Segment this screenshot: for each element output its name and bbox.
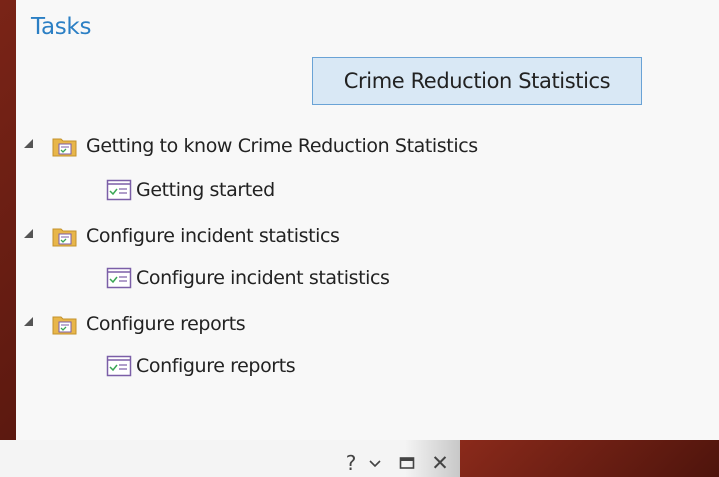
- collapse-arrow-icon[interactable]: [24, 139, 33, 148]
- tree-task-label: Getting started: [136, 179, 275, 201]
- task-folder-icon: [52, 313, 78, 335]
- tree-task-label: Configure reports: [136, 355, 296, 377]
- window-titlebar: [0, 440, 460, 477]
- close-button[interactable]: ✕: [428, 451, 452, 475]
- tree-group-label: Configure incident statistics: [86, 225, 340, 247]
- tree-task-item[interactable]: Configure incident statistics: [106, 263, 390, 293]
- tree-task-item[interactable]: Configure reports: [106, 351, 296, 381]
- tree-group-item[interactable]: Configure reports: [52, 309, 246, 339]
- task-icon: [106, 267, 132, 289]
- tree-task-label: Configure incident statistics: [136, 267, 390, 289]
- task-folder-icon: [52, 135, 78, 157]
- task-icon: [106, 355, 132, 377]
- tree-group-item[interactable]: Getting to know Crime Reduction Statisti…: [52, 131, 478, 161]
- task-folder-icon: [52, 225, 78, 247]
- pane-title: Tasks: [31, 14, 92, 40]
- collapse-arrow-icon[interactable]: [24, 229, 33, 238]
- tree-group-label: Getting to know Crime Reduction Statisti…: [86, 135, 478, 157]
- tasks-pane: Tasks Crime Reduction Statistics Getting…: [16, 0, 719, 440]
- tree-task-item[interactable]: Getting started: [106, 175, 275, 205]
- project-task-button[interactable]: Crime Reduction Statistics: [312, 57, 642, 105]
- chevron-down-icon[interactable]: [364, 452, 386, 474]
- help-button[interactable]: ?: [340, 451, 362, 475]
- tree-group-label: Configure reports: [86, 313, 246, 335]
- maximize-icon[interactable]: [396, 452, 418, 474]
- task-icon: [106, 179, 132, 201]
- collapse-arrow-icon[interactable]: [24, 317, 33, 326]
- tree-group-item[interactable]: Configure incident statistics: [52, 221, 340, 251]
